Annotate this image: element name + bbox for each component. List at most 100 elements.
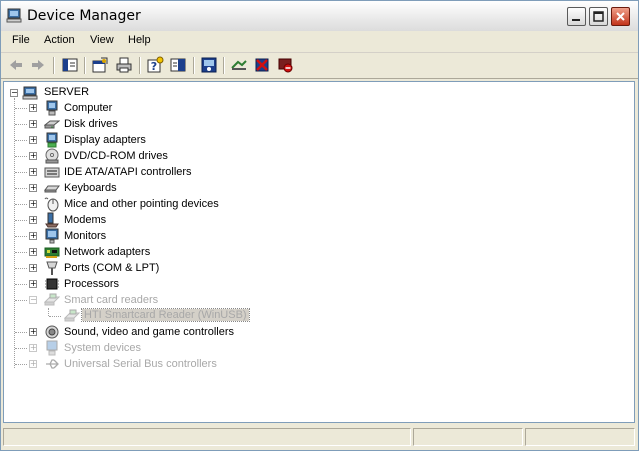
computer-icon: [6, 8, 22, 23]
tree-item-hti-smartcard-reader[interactable]: HTI Smartcard Reader (WinUSB): [81, 308, 250, 322]
tree-branch: [15, 172, 27, 173]
tree-branch: [15, 348, 27, 349]
tree-branch: [15, 332, 27, 333]
tree-expander[interactable]: +: [29, 248, 37, 256]
tree-branch: [15, 204, 27, 205]
tree-item-system-devices[interactable]: System devices: [64, 342, 141, 354]
close-button[interactable]: [611, 7, 630, 26]
update-driver-icon[interactable]: [230, 56, 248, 74]
toolbar-separator: [193, 57, 195, 74]
port-icon: [46, 261, 58, 275]
smart-card-reader-icon: [64, 309, 80, 322]
tree-branch: [15, 284, 27, 285]
tree-collapse-expander[interactable]: −: [29, 296, 37, 304]
tree-item-mice[interactable]: Mice and other pointing devices: [64, 198, 219, 210]
tree-item-smart-card-readers[interactable]: Smart card readers: [64, 294, 158, 306]
tree-item-sound-video-game[interactable]: Sound, video and game controllers: [64, 326, 234, 338]
back-arrow-icon[interactable]: [7, 56, 25, 74]
menu-help[interactable]: Help: [125, 34, 154, 46]
system-devices-icon: [46, 340, 58, 356]
tree-root-server[interactable]: SERVER: [44, 86, 89, 98]
tree-expander[interactable]: +: [29, 216, 37, 224]
tree-item-computer[interactable]: Computer: [64, 102, 112, 114]
tree-expander[interactable]: +: [29, 104, 37, 112]
tree-branch: [15, 140, 27, 141]
tree-item-ide-ata-atapi-controllers[interactable]: IDE ATA/ATAPI controllers: [64, 166, 192, 178]
console-tree-icon[interactable]: [169, 56, 187, 74]
close-icon: [616, 12, 625, 21]
dvd-drive-icon: [45, 148, 59, 164]
tree-branch: [15, 300, 27, 301]
tree-branch: [49, 316, 61, 317]
tree-branch: [15, 268, 27, 269]
minimize-icon: [572, 19, 580, 21]
tree-expander[interactable]: +: [29, 120, 37, 128]
toolbar-separator: [223, 57, 225, 74]
tree-item-disk-drives[interactable]: Disk drives: [64, 118, 118, 130]
tree-item-display-adapters[interactable]: Display adapters: [64, 134, 146, 146]
show-hide-console-tree-icon[interactable]: [61, 56, 79, 74]
tree-item-monitors[interactable]: Monitors: [64, 230, 106, 242]
tree-expander[interactable]: +: [29, 168, 37, 176]
menu-view[interactable]: View: [87, 34, 117, 46]
maximize-button[interactable]: [589, 7, 608, 26]
status-pane: [3, 428, 411, 446]
device-manager-window: Device Manager File Action View Help ? −…: [0, 0, 639, 451]
tree-expander[interactable]: +: [29, 136, 37, 144]
tree-expander[interactable]: +: [29, 360, 37, 368]
tree-branch: [15, 124, 27, 125]
smart-card-reader-icon: [44, 293, 60, 306]
disk-drive-icon: [44, 120, 60, 129]
tree-item-network-adapters[interactable]: Network adapters: [64, 246, 150, 258]
maximize-icon: [593, 11, 604, 22]
toolbar-separator: [139, 57, 141, 74]
minimize-button[interactable]: [567, 7, 586, 26]
tree-line: [14, 98, 15, 368]
usb-icon: [46, 359, 59, 369]
mouse-icon: [44, 197, 59, 212]
ide-controller-icon: [44, 167, 60, 178]
device-tree[interactable]: − SERVER + Computer + Disk drives + Disp…: [3, 81, 635, 423]
tree-expander[interactable]: +: [29, 264, 37, 272]
tree-line: [48, 308, 49, 316]
tree-expander[interactable]: +: [29, 200, 37, 208]
tree-collapse-expander[interactable]: −: [10, 89, 18, 97]
tree-expander[interactable]: +: [29, 152, 37, 160]
tree-branch: [15, 236, 27, 237]
forward-arrow-icon[interactable]: [29, 56, 47, 74]
tree-item-keyboards[interactable]: Keyboards: [64, 182, 117, 194]
network-adapter-icon: [44, 247, 60, 258]
help-icon[interactable]: ?: [146, 56, 164, 74]
tree-branch: [15, 156, 27, 157]
menu-bar: File Action View Help: [1, 31, 638, 53]
disable-device-icon[interactable]: [276, 56, 294, 74]
title-bar[interactable]: Device Manager: [1, 1, 638, 31]
scan-hardware-icon[interactable]: [200, 56, 218, 74]
tree-expander[interactable]: +: [29, 328, 37, 336]
print-icon[interactable]: [115, 56, 133, 74]
uninstall-icon[interactable]: [253, 56, 271, 74]
status-pane: [525, 428, 635, 446]
tree-item-modems[interactable]: Modems: [64, 214, 106, 226]
modem-icon: [45, 212, 59, 228]
svg-text:?: ?: [151, 60, 157, 73]
monitor-icon: [45, 228, 59, 244]
toolbar-separator: [53, 57, 55, 74]
tree-item-usb-controllers[interactable]: Universal Serial Bus controllers: [64, 358, 217, 370]
processor-icon: [45, 278, 59, 290]
tree-expander[interactable]: +: [29, 184, 37, 192]
tree-item-ports[interactable]: Ports (COM & LPT): [64, 262, 159, 274]
tree-branch: [15, 188, 27, 189]
tree-expander[interactable]: +: [29, 344, 37, 352]
tree-expander[interactable]: +: [29, 280, 37, 288]
tree-item-processors[interactable]: Processors: [64, 278, 119, 290]
keyboard-icon: [44, 185, 60, 193]
tree-expander[interactable]: +: [29, 232, 37, 240]
tree-branch: [15, 364, 27, 365]
properties-icon[interactable]: [91, 56, 109, 74]
menu-action[interactable]: Action: [41, 34, 78, 46]
tree-branch: [15, 108, 27, 109]
tree-branch: [15, 220, 27, 221]
menu-file[interactable]: File: [9, 34, 33, 46]
tree-item-dvd-cd-rom-drives[interactable]: DVD/CD-ROM drives: [64, 150, 168, 162]
